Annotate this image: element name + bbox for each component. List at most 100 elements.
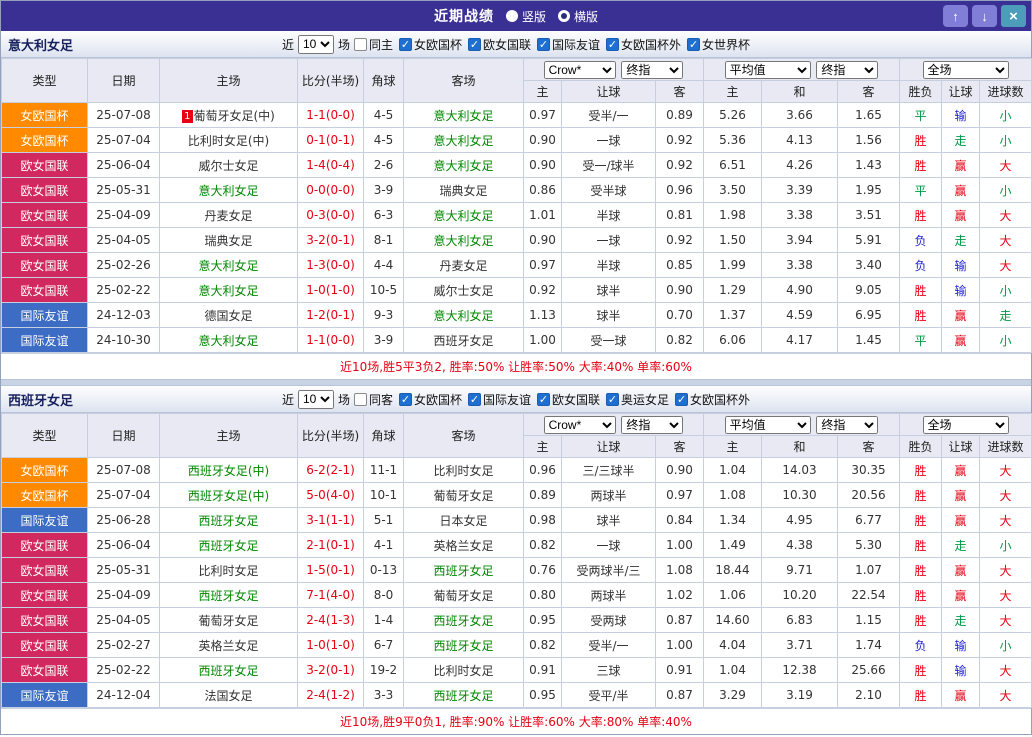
filter-checkbox[interactable]: ✓ 国际友谊 (537, 36, 600, 53)
layout-radio-horizontal[interactable]: 横版 (558, 8, 598, 25)
home-team: 比利时女足 (159, 557, 298, 583)
euro-home-odds: 1.29 (703, 277, 762, 303)
result-wdl: 平 (899, 102, 943, 128)
match-count-select[interactable]: 10 (297, 389, 334, 409)
asia-odds-group-header: Crow* 终指 (523, 413, 704, 436)
col-header-home: 主场 (159, 413, 298, 458)
corner-count: 11-1 (363, 457, 404, 483)
asia-away-odds: 1.08 (655, 557, 704, 583)
result-scope-group-header: 全场 (899, 58, 1032, 81)
titlebar-buttons: ↑ ↓ × (943, 5, 1026, 27)
result-goals: 大 (979, 507, 1032, 533)
odds-company-select[interactable]: Crow* (543, 60, 616, 79)
match-row: 欧女国联 25-05-31 意大利女足 0-0(0-0) 3-9 瑞典女足 0.86 受半球 0… (1, 177, 1032, 203)
radio-label: 横版 (574, 9, 599, 24)
move-up-button[interactable]: ↑ (943, 5, 968, 27)
corner-count: 4-5 (363, 102, 404, 128)
match-type-badge: 欧女国联 (1, 202, 88, 228)
filter-checkbox[interactable]: ✓ 女世界杯 (687, 36, 750, 53)
result-handicap: 赢 (941, 682, 981, 708)
euro-home-odds: 1.04 (703, 457, 762, 483)
euro-away-odds: 1.65 (836, 102, 901, 128)
asia-home-odds: 0.89 (523, 482, 562, 508)
asia-away-odds: 0.81 (655, 202, 704, 228)
asia-away-odds: 0.91 (655, 657, 704, 683)
asia-home-odds: 0.82 (523, 532, 562, 558)
match-scope-select[interactable]: 全场 (922, 415, 1009, 434)
match-date: 25-07-04 (87, 482, 160, 508)
match-count-select[interactable]: 10 (297, 34, 334, 54)
match-scope-select[interactable]: 全场 (922, 60, 1009, 79)
filter-checkbox[interactable]: ✓ 女欧国杯 (398, 36, 462, 53)
away-team: 丹麦女足 (403, 252, 524, 278)
checkbox-checked-icon: ✓ (398, 37, 412, 51)
filter-checkbox[interactable]: ✓ 国际友谊 (468, 391, 531, 408)
score-halftime: 1-2(0-1) (297, 302, 364, 328)
asia-home-odds: 0.95 (523, 682, 562, 708)
checkbox-label: 女欧国杯外 (690, 392, 751, 407)
match-date: 25-06-04 (87, 532, 160, 558)
home-team: 1 葡萄牙女足(中) (159, 102, 298, 128)
asia-handicap: 受半/一 (561, 102, 656, 128)
filter-checkbox[interactable]: ✓ 女欧国杯外 (675, 391, 750, 408)
odds-final-select[interactable]: 终指 (621, 415, 684, 434)
home-team: 西班牙女足 (159, 532, 298, 558)
euro-draw-odds: 9.71 (761, 557, 838, 583)
result-handicap: 赢 (941, 507, 981, 533)
euro-away-odds: 20.56 (836, 482, 901, 508)
subcol-euro-away: 客 (836, 80, 901, 103)
score-halftime: 3-2(0-1) (297, 657, 364, 683)
score-halftime: 0-1(0-1) (297, 127, 364, 153)
home-team: 威尔士女足 (159, 152, 298, 178)
avg-company-select[interactable]: 平均值 (724, 415, 811, 434)
result-handicap: 赢 (941, 557, 981, 583)
asia-handicap: 一球 (561, 532, 656, 558)
col-header-type: 类型 (1, 58, 88, 103)
filter-checkbox[interactable]: ✓ 欧女国联 (537, 391, 600, 408)
filter-checkbox[interactable]: ✓ 奥运女足 (606, 391, 669, 408)
result-goals: 走 (979, 302, 1032, 328)
checkbox-label: 女世界杯 (702, 37, 751, 52)
corner-count: 4-1 (363, 532, 404, 558)
odds-company-select[interactable]: Crow* (543, 415, 616, 434)
result-wdl: 胜 (899, 482, 943, 508)
home-team: 英格兰女足 (159, 632, 298, 658)
layout-radio-vertical[interactable]: 竖版 (505, 8, 546, 25)
euro-draw-odds: 4.13 (761, 127, 838, 153)
avg-company-select[interactable]: 平均值 (724, 60, 811, 79)
filter-checkbox[interactable]: ✓ 女欧国杯外 (606, 36, 681, 53)
asia-away-odds: 0.90 (655, 277, 704, 303)
euro-draw-odds: 4.59 (761, 302, 838, 328)
filter-checkbox[interactable]: ✓ 欧女国联 (468, 36, 531, 53)
result-wdl: 胜 (899, 607, 943, 633)
filter-checkbox[interactable]: 同客 (353, 391, 393, 408)
away-team: 西班牙女足 (403, 327, 524, 353)
avg-final-select[interactable]: 终指 (816, 60, 879, 79)
euro-home-odds: 6.06 (703, 327, 762, 353)
filter-checkbox[interactable]: 同主 (353, 36, 393, 53)
checkbox-label: 欧女国联 (483, 37, 532, 52)
corner-count: 1-4 (363, 607, 404, 633)
match-date: 25-04-05 (87, 607, 160, 633)
away-team: 葡萄牙女足 (403, 482, 524, 508)
result-wdl: 负 (899, 632, 943, 658)
checkbox-label: 同主 (368, 37, 393, 52)
away-team: 日本女足 (403, 507, 524, 533)
result-handicap: 输 (941, 252, 981, 278)
euro-away-odds: 1.74 (836, 632, 901, 658)
euro-draw-odds: 4.95 (761, 507, 838, 533)
match-date: 24-12-03 (87, 302, 160, 328)
odds-final-select[interactable]: 终指 (621, 60, 684, 79)
match-row: 欧女国联 25-06-04 威尔士女足 1-4(0-4) 2-6 意大利女足 0.90 受一/… (1, 152, 1032, 178)
result-goals: 大 (979, 227, 1032, 253)
home-team: 比利时女足(中) (159, 127, 298, 153)
filter-checkbox[interactable]: ✓ 女欧国杯 (398, 391, 462, 408)
close-button[interactable]: × (1001, 5, 1026, 27)
match-type-badge: 女欧国杯 (1, 127, 88, 153)
asia-away-odds: 1.02 (655, 582, 704, 608)
euro-draw-odds: 10.30 (761, 482, 838, 508)
euro-away-odds: 1.15 (836, 607, 901, 633)
avg-final-select[interactable]: 终指 (816, 415, 879, 434)
matches-label: 场 (337, 37, 350, 52)
move-down-button[interactable]: ↓ (972, 5, 997, 27)
